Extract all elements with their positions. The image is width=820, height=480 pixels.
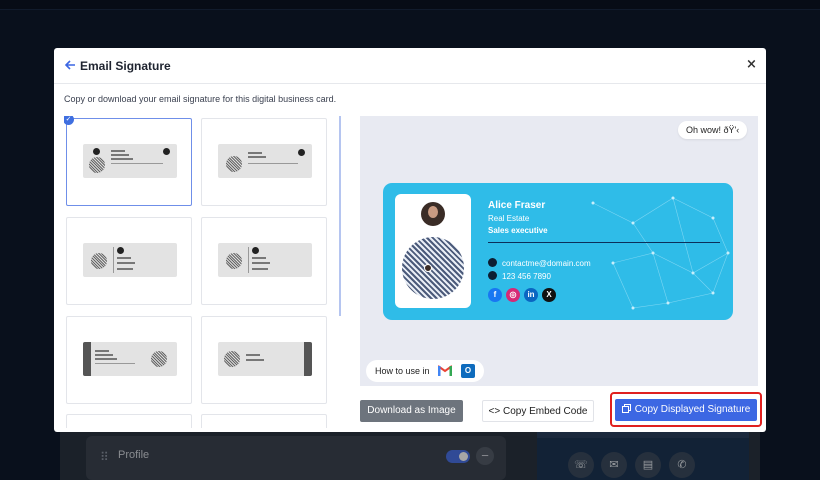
- template-card-1[interactable]: ✓: [64, 116, 192, 206]
- modal-title: Email Signature: [80, 59, 171, 73]
- template-thumbnail: [83, 243, 177, 277]
- signature-title: Sales executive: [488, 226, 548, 235]
- phone-icon: [488, 271, 497, 280]
- copy-embed-code-button[interactable]: <> Copy Embed Code: [482, 400, 594, 422]
- copy-displayed-signature-button[interactable]: Copy Displayed Signature: [615, 399, 757, 421]
- instagram-icon: ◎: [506, 288, 520, 302]
- facebook-icon: f: [488, 288, 502, 302]
- modal-header: Email Signature ×: [54, 48, 766, 84]
- modal-subtitle: Copy or download your email signature fo…: [64, 94, 337, 104]
- qr-code: [402, 237, 464, 299]
- arrow-left-icon[interactable]: [63, 58, 77, 72]
- template-thumbnail: [83, 144, 177, 178]
- template-thumbnail: [218, 144, 312, 178]
- template-card-2[interactable]: [201, 118, 327, 206]
- template-thumbnail: [218, 342, 312, 376]
- template-thumbnail: [83, 342, 177, 376]
- template-card-6[interactable]: [201, 316, 327, 404]
- gmail-icon[interactable]: [438, 365, 452, 376]
- qr-center-avatar: [424, 264, 432, 272]
- grid-scrollbar[interactable]: [339, 116, 341, 316]
- avatar: [421, 202, 445, 226]
- signature-template-grid: ✓: [64, 116, 334, 428]
- template-card-4[interactable]: [201, 217, 327, 305]
- download-as-image-button[interactable]: Download as Image: [360, 400, 463, 422]
- signature-email: contactme@domain.com: [502, 259, 591, 268]
- signature-phone-row: 123 456 7890: [488, 271, 551, 281]
- email-signature-modal: Email Signature × Copy or download your …: [54, 48, 766, 432]
- linkedin-icon: in: [524, 288, 538, 302]
- template-thumbnail: [218, 243, 312, 277]
- chat-bubble: Oh wow! ðŸ'‹: [678, 121, 748, 139]
- how-to-use-label: How to use in: [375, 366, 430, 376]
- copy-icon: [621, 404, 631, 413]
- signature-role: Real Estate: [488, 214, 530, 223]
- email-icon: [488, 258, 497, 267]
- signature-photo-card: [395, 194, 471, 308]
- network-pattern: [591, 196, 730, 310]
- signature-preview-area: Oh wow! ðŸ'‹ Alice Fraser Real Estate Sa…: [360, 116, 758, 386]
- signature-phone: 123 456 7890: [502, 272, 551, 281]
- email-signature-card: Alice Fraser Real Estate Sales executive…: [383, 183, 733, 320]
- how-to-use-pill: How to use in O: [366, 360, 484, 382]
- template-card-7[interactable]: [66, 414, 192, 428]
- signature-email-row: contactme@domain.com: [488, 258, 591, 268]
- outlook-icon[interactable]: O: [461, 364, 475, 378]
- template-card-3[interactable]: [66, 217, 192, 305]
- x-icon: X: [542, 288, 556, 302]
- signature-name: Alice Fraser: [488, 200, 546, 211]
- template-card-8[interactable]: [201, 414, 327, 428]
- check-icon: ✓: [64, 116, 74, 125]
- close-icon[interactable]: ×: [746, 57, 757, 72]
- template-card-5[interactable]: [66, 316, 192, 404]
- signature-divider: [488, 242, 720, 243]
- copy-displayed-signature-label: Copy Displayed Signature: [634, 404, 751, 415]
